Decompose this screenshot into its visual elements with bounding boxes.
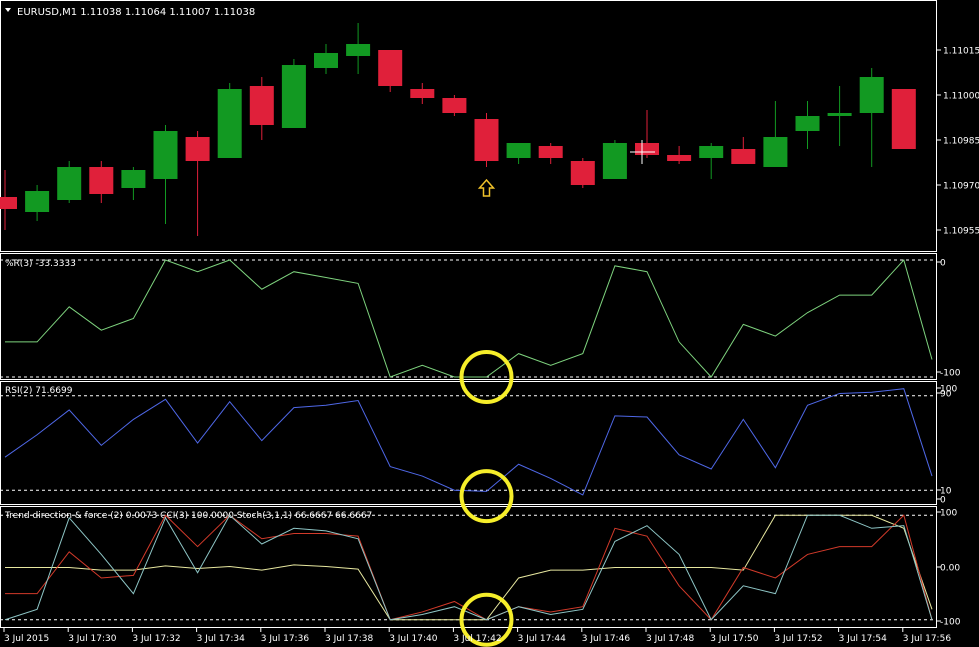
candle-body [442,98,467,113]
candle [602,140,627,179]
time-tick-label: 3 Jul 17:48 [646,634,695,644]
candle-body [217,89,242,158]
time-tick-label: 3 Jul 17:44 [518,634,567,644]
time-tick-label: 3 Jul 2015 [4,634,49,644]
candle-body [763,137,788,167]
indicator-tick-label: 90 [940,390,952,400]
candle-body [346,44,371,56]
price-tick-label: 1.11000 [943,92,979,102]
candle-body [249,86,274,125]
time-tick-label: 3 Jul 17:50 [710,634,759,644]
symbol-header: EURUSD,M1 1.11038 1.11064 1.11007 1.1103… [17,7,255,18]
time-tick-label: 3 Jul 17:32 [132,634,180,644]
candle-body [635,143,659,155]
trading-chart[interactable]: EURUSD,M1 1.11038 1.11064 1.11007 1.1103… [0,0,979,647]
indicator-tick-label: -100 [940,618,961,628]
candle-body [314,53,338,68]
price-tick-label: 1.11015 [943,47,979,57]
indicator-tick-label: 100 [940,509,957,519]
candle-body [89,167,114,194]
candle [474,113,499,167]
time-tick-label: 3 Jul 17:30 [68,634,117,644]
candle [281,59,306,128]
time-tick-label: 3 Jul 17:54 [839,634,888,644]
indicator-tick-label: 0 [940,496,946,506]
candle-body [859,77,884,113]
time-tick-label: 3 Jul 17:40 [389,634,438,644]
candle-body [827,113,852,116]
candle-body [121,170,146,188]
candle [57,161,82,203]
candle-body [0,197,17,209]
time-tick-label: 3 Jul 17:38 [325,634,374,644]
candle [217,83,242,158]
candle [570,158,595,188]
trend-cci-stoch-title: Trend direction & force (2) 0.0073 CCI(3… [4,511,372,521]
price-tick-label: 1.10985 [943,137,979,147]
candle [442,95,467,116]
candle-body [25,191,50,212]
candle-body [602,143,627,179]
time-tick-label: 3 Jul 17:34 [197,634,246,644]
candle-body [506,143,531,158]
candle-body [410,89,435,98]
rsi-title: RSI(2) 71.6699 [5,386,73,396]
candle-body [57,167,82,200]
indicator-tick-label: 0.00 [940,564,960,574]
price-tick-label: 1.10970 [943,182,979,192]
price-tick-label: 1.10955 [943,227,979,237]
candle-body [185,137,210,161]
candle-body [891,89,916,149]
candle [378,50,403,92]
candle-body [667,155,692,161]
candle [891,89,916,149]
time-tick-label: 3 Jul 17:52 [774,634,822,644]
time-tick-label: 3 Jul 17:36 [261,634,310,644]
indicator-tick-label: -100 [940,369,961,379]
candle-body [795,116,820,131]
time-tick-label: 3 Jul 17:42 [453,634,501,644]
candle-body [699,146,724,158]
time-tick-label: 3 Jul 17:56 [903,634,952,644]
time-tick-label: 3 Jul 17:46 [582,634,631,644]
candle-body [474,119,499,161]
candle-body [281,65,306,128]
candle-body [538,146,563,158]
williams-r-title: %R(3) -33.3333 [5,259,76,269]
candle-body [378,50,403,86]
indicator-tick-label: 0 [940,259,946,269]
candle-body [153,131,178,179]
candle-body [731,149,756,164]
candle-body [570,161,595,185]
